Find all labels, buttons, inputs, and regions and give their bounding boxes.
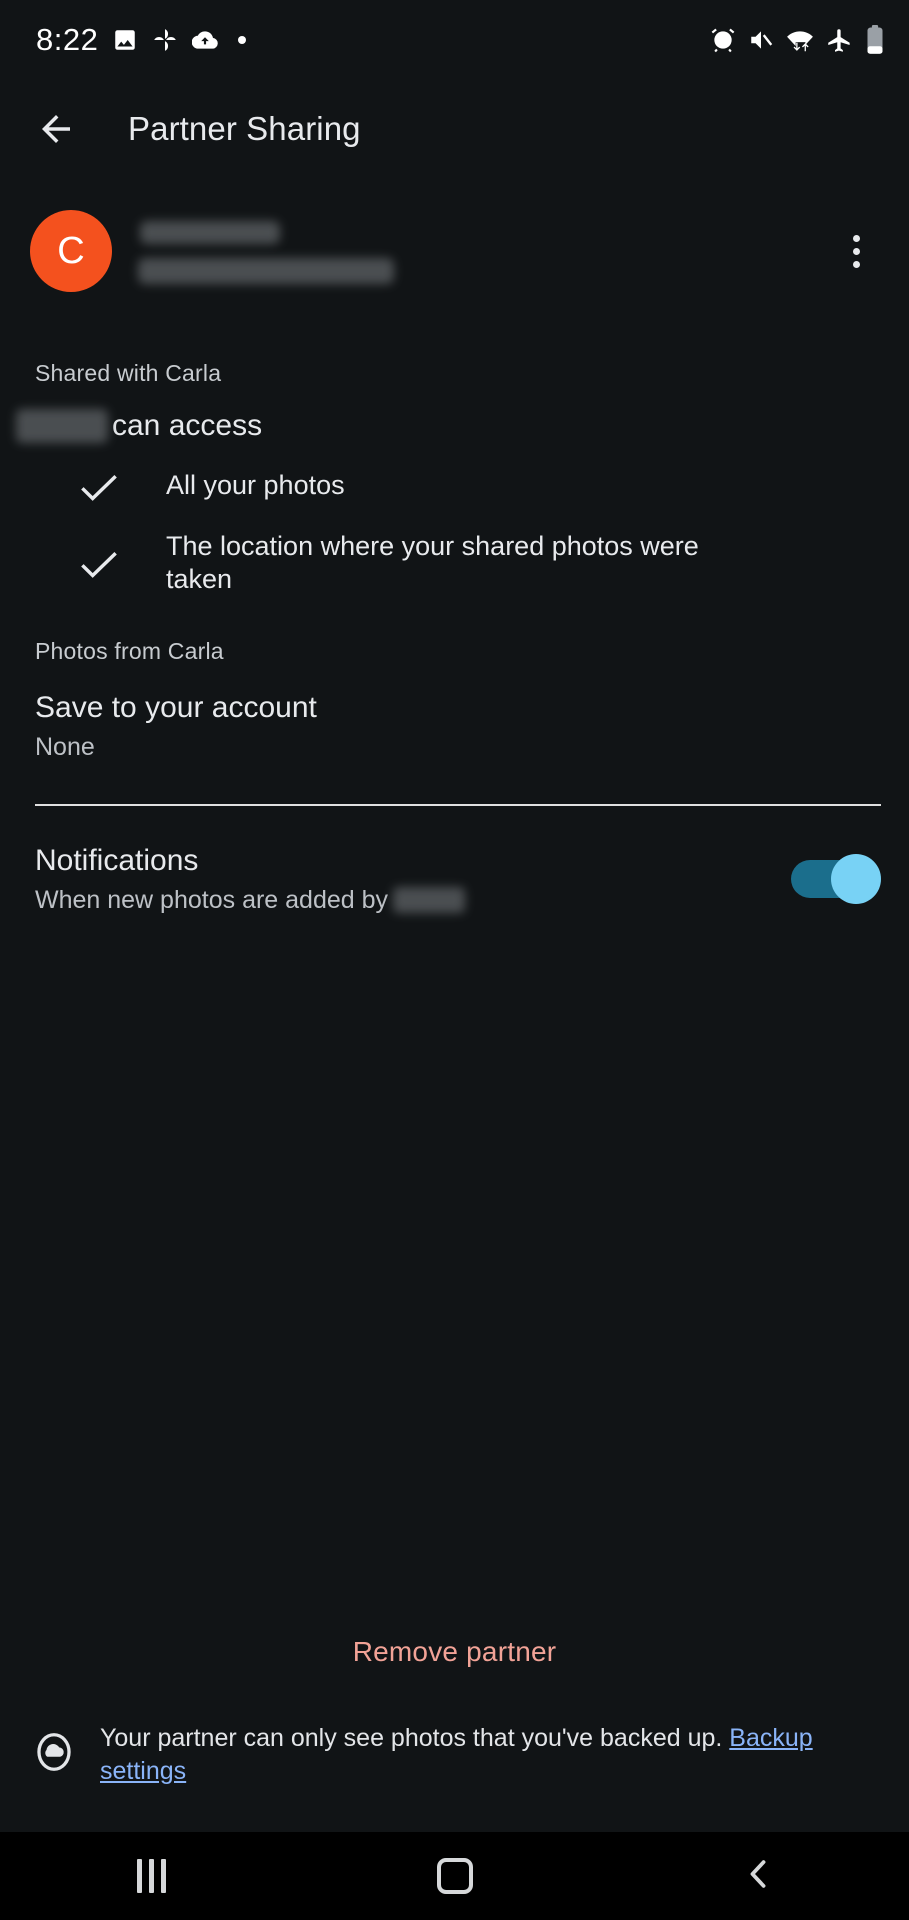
partner-name-redacted <box>140 220 280 244</box>
photos-from-header: Photos from Carla <box>35 637 224 664</box>
partner-row[interactable]: C <box>0 178 909 318</box>
back-button[interactable] <box>698 1832 818 1920</box>
remove-partner-button[interactable]: Remove partner <box>0 1636 909 1722</box>
recents-button[interactable] <box>92 1832 212 1920</box>
can-access-line: can access <box>0 387 909 443</box>
status-bar: 8:22 <box>0 0 909 80</box>
photo-icon <box>112 27 138 53</box>
status-bar-right <box>710 25 885 55</box>
backup-info-body: Your partner can only see photos that yo… <box>100 1724 723 1752</box>
cloud-sync-icon <box>192 27 219 53</box>
notifications-text: Notifications When new photos are added … <box>35 844 791 915</box>
notifications-toggle[interactable] <box>791 854 881 905</box>
pinwheel-icon <box>152 27 178 53</box>
notifications-subtitle-label: When new photos are added by <box>35 885 389 914</box>
app-bar: Partner Sharing <box>0 80 909 178</box>
avatar: C <box>30 210 112 292</box>
access-permission-list: All your photos The location where your … <box>0 443 909 596</box>
wifi-data-icon <box>786 27 814 53</box>
dot-indicator-icon <box>238 36 247 44</box>
battery-icon <box>865 25 885 55</box>
status-bar-left: 8:22 <box>36 22 247 58</box>
partner-identity <box>138 219 803 284</box>
notifications-name-redacted <box>393 887 466 914</box>
avatar-initial: C <box>57 229 85 272</box>
notifications-title: Notifications <box>35 843 199 877</box>
airplane-mode-icon <box>826 27 853 54</box>
home-button[interactable] <box>395 1832 515 1920</box>
overflow-menu-icon[interactable] <box>829 221 883 281</box>
backup-info-text: Your partner can only see photos that yo… <box>100 1722 879 1788</box>
chevron-left-icon <box>741 1855 775 1898</box>
recents-icon <box>137 1859 166 1893</box>
home-icon <box>436 1858 473 1894</box>
status-bar-clock: 8:22 <box>36 22 99 57</box>
list-item: All your photos <box>80 469 879 508</box>
shared-with-header: Shared with Carla <box>35 360 222 386</box>
save-to-account-row[interactable]: Save to your account None <box>0 665 909 762</box>
system-nav-bar <box>0 1832 909 1920</box>
cloud-backup-icon <box>32 1722 76 1779</box>
toggle-knob <box>831 854 881 905</box>
list-item: The location where your shared photos we… <box>80 530 879 596</box>
save-to-account-value: None <box>35 732 95 761</box>
partner-email-redacted <box>138 257 394 284</box>
save-to-account-title: Save to your account <box>35 690 317 724</box>
access-name-redacted <box>16 409 108 443</box>
can-access-label: can access <box>112 409 263 442</box>
alarm-icon <box>710 27 736 53</box>
back-arrow-icon[interactable] <box>30 103 82 155</box>
app-screen: 8:22 Partner Sharing C Shared with Carla… <box>0 0 909 1920</box>
mute-icon <box>748 27 774 53</box>
list-item-label: The location where your shared photos we… <box>166 531 699 594</box>
list-item-label: All your photos <box>166 470 345 500</box>
backup-info-note: Your partner can only see photos that yo… <box>0 1722 909 1832</box>
notifications-subtitle: When new photos are added by <box>35 878 791 915</box>
page-title: Partner Sharing <box>128 110 361 147</box>
notifications-row[interactable]: Notifications When new photos are added … <box>0 806 909 915</box>
check-icon <box>80 530 118 585</box>
check-icon <box>80 469 118 508</box>
